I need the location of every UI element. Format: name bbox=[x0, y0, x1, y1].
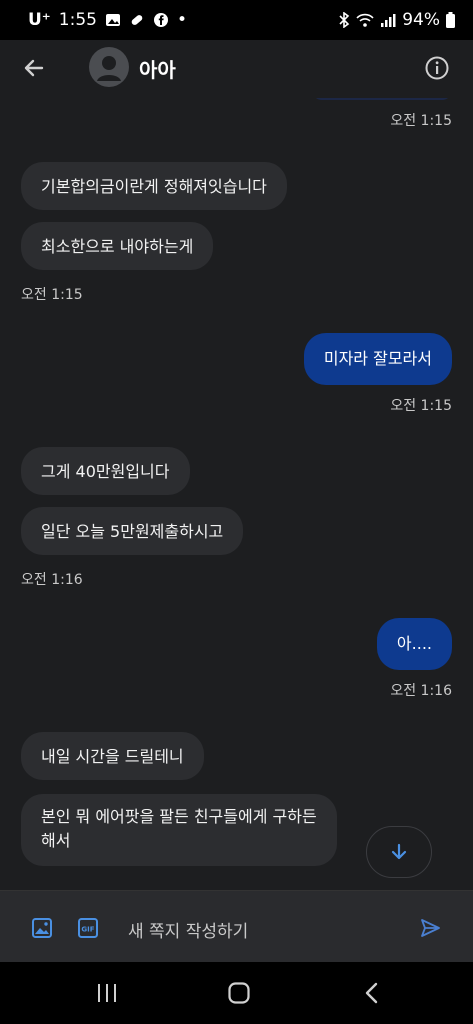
incoming-message[interactable]: 기본합의금이란게 정해져잇습니다 bbox=[21, 162, 287, 210]
message-text: 내일 시간을 드릴테니 bbox=[41, 747, 184, 766]
outgoing-message[interactable]: 아.... bbox=[376, 618, 452, 670]
incoming-message[interactable]: 그게 40만원입니다 bbox=[21, 447, 190, 495]
message-text-line: 본인 뭐 에어팟을 팔든 친구들에게 구하든 bbox=[41, 807, 317, 826]
message-timestamp: 오전 1:15 bbox=[390, 113, 452, 129]
chat-header: 아아 bbox=[0, 40, 473, 98]
signal-icon bbox=[381, 14, 396, 27]
avatar[interactable] bbox=[89, 47, 129, 87]
image-attach-icon[interactable] bbox=[31, 917, 53, 939]
facebook-notification-icon bbox=[153, 13, 168, 27]
incoming-message[interactable]: 내일 시간을 드릴테니 bbox=[21, 732, 204, 780]
message-text: 최소한으로 내야하는게 bbox=[41, 237, 194, 256]
carrier-label: U⁺ bbox=[28, 10, 51, 30]
scroll-to-bottom-button[interactable] bbox=[366, 826, 432, 878]
status-bar: U⁺ 1:55 • 94% bbox=[0, 0, 473, 40]
battery-percent: 94% bbox=[402, 10, 440, 30]
system-back-icon[interactable] bbox=[362, 981, 382, 1005]
message-text: 미자라 잘모라서 bbox=[323, 349, 432, 368]
info-icon[interactable] bbox=[424, 55, 450, 81]
message-text: 아.... bbox=[396, 634, 432, 653]
contact-name[interactable]: 아아 bbox=[139, 54, 176, 83]
message-timestamp: 오전 1:15 bbox=[390, 398, 452, 414]
default-user-icon bbox=[97, 56, 121, 81]
bluetooth-icon bbox=[339, 12, 350, 28]
recent-apps-icon[interactable] bbox=[96, 982, 118, 1004]
send-icon[interactable] bbox=[419, 917, 441, 939]
message-text: 기본합의금이란게 정해져잇습니다 bbox=[41, 177, 267, 196]
wifi-icon bbox=[356, 13, 374, 27]
incoming-message[interactable]: 본인 뭐 에어팟을 팔든 친구들에게 구하든 해서 bbox=[21, 794, 337, 866]
message-text-line: 해서 bbox=[41, 831, 71, 850]
outgoing-message[interactable]: 미자라 잘모라서 bbox=[303, 333, 452, 385]
gif-icon-label: GIF bbox=[81, 926, 94, 934]
gallery-notification-icon bbox=[105, 14, 120, 26]
message-timestamp: 오전 1:16 bbox=[21, 572, 83, 588]
home-icon[interactable] bbox=[227, 981, 251, 1005]
message-text: 그게 40만원입니다 bbox=[41, 462, 170, 481]
back-arrow-icon[interactable] bbox=[20, 54, 48, 82]
message-text: 일단 오늘 5만원제출하시고 bbox=[41, 522, 224, 541]
system-navigation-bar bbox=[0, 962, 473, 1024]
incoming-message[interactable]: 최소한으로 내야하는게 bbox=[21, 222, 214, 270]
arrow-down-icon bbox=[391, 843, 407, 860]
more-notifications-dot: • bbox=[176, 10, 187, 30]
message-input[interactable]: 새 쪽지 작성하기 bbox=[128, 917, 248, 942]
gif-icon[interactable]: GIF bbox=[77, 917, 99, 939]
message-list[interactable]: 오전 1:15 기본합의금이란게 정해져잇습니다 최소한으로 내야하는게 오전 … bbox=[0, 98, 473, 890]
battery-icon bbox=[446, 12, 455, 28]
message-timestamp: 오전 1:15 bbox=[21, 287, 83, 303]
message-timestamp: 오전 1:16 bbox=[390, 683, 452, 699]
message-composer: GIF 새 쪽지 작성하기 bbox=[0, 890, 473, 963]
incoming-message[interactable]: 일단 오늘 5만원제출하시고 bbox=[21, 507, 244, 555]
pill-notification-icon bbox=[131, 15, 143, 25]
clock: 1:55 bbox=[58, 10, 97, 30]
